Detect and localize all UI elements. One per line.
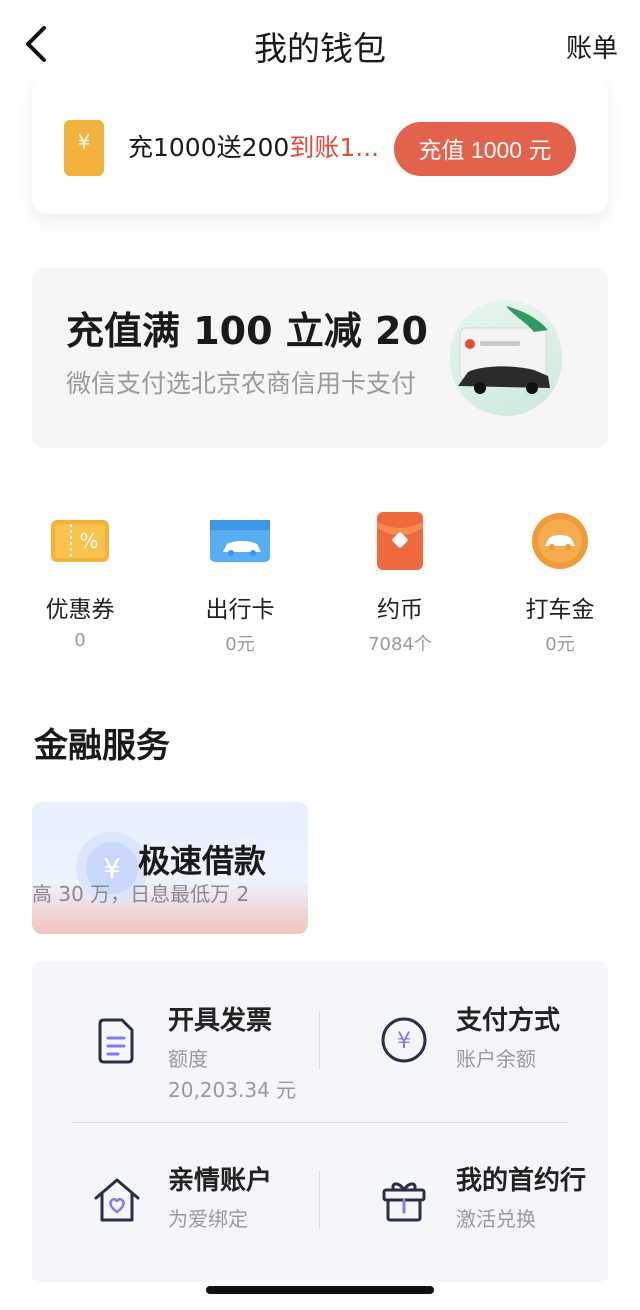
car-illustration [458,306,550,394]
service-subtitle: 激活兑换 [456,1207,536,1231]
recharge-offer-text: 充1000送200到账1... [128,128,390,164]
coupon-icon: % [49,512,111,570]
service-subtitle-2: 20,203.34 元 [168,1078,297,1102]
recharge-offer-main: 充1000送200 [128,133,290,162]
entry-label: 打车金 [525,597,595,623]
promo-car-image [450,300,562,416]
taxi-coin-icon [529,512,591,570]
service-payment-method[interactable]: 支付方式 账户余额 [456,1000,606,1072]
recharge-offer-highlight: 到账1... [289,133,380,162]
entry-coupon[interactable]: % 优惠券 0 [20,512,140,651]
service-subtitle: 账户余额 [456,1047,536,1071]
svg-text:%: % [79,529,98,553]
page-title: 我的钱包 [254,29,386,68]
entry-travel-card[interactable]: 出行卡 0元 [180,512,300,656]
service-title: 亲情账户 [168,1166,273,1196]
gift-icon [382,1182,426,1222]
invoice-icon [98,1018,134,1064]
entry-label: 约币 [377,597,423,623]
family-home-icon [94,1178,140,1222]
red-envelope-icon [369,512,431,570]
bill-link[interactable]: 账单 [566,28,618,65]
service-subtitle: 额度 [168,1047,208,1071]
entry-value: 7084个 [368,634,432,655]
divider [319,1012,320,1070]
entry-value: 0 [74,630,86,651]
coin-card-icon: ¥ [64,120,104,176]
divider [72,1122,568,1123]
loan-title: 极速借款 [138,842,267,880]
service-my-first-ride[interactable]: 我的首约行 激活兑换 [456,1160,606,1232]
promo-subtitle: 微信支付选北京农商信用卡支付 [66,369,417,398]
entry-label: 优惠券 [45,597,115,623]
recharge-button[interactable]: 充值 1000 元 [394,122,576,176]
entry-taxi-fund[interactable]: 打车金 0元 [500,512,620,656]
entry-value: 0元 [545,634,575,655]
entry-label: 出行卡 [205,597,275,623]
home-indicator [206,1286,434,1294]
entry-value: 0元 [225,634,255,655]
coin-symbol: ¥ [77,130,91,154]
service-family-account[interactable]: 亲情账户 为爱绑定 [168,1160,308,1232]
entry-yuebi[interactable]: 约币 7084个 [340,512,460,656]
payment-yuan-icon: ¥ [381,1017,427,1063]
loan-subtitle: 高 30 万，日息最低万 2 [32,882,250,906]
service-title: 开具发票 [168,1006,273,1036]
promo-title: 充值满 100 立减 20 [66,309,428,353]
service-subtitle: 为爱绑定 [168,1207,248,1231]
service-invoice[interactable]: 开具发票 额度 20,203.34 元 [168,1000,308,1102]
svg-text:¥: ¥ [397,1029,411,1054]
travel-card-icon [209,512,271,570]
divider [319,1170,320,1228]
service-title: 我的首约行 [456,1166,587,1196]
service-title: 支付方式 [456,1006,561,1036]
section-title: 金融服务 [34,726,170,766]
